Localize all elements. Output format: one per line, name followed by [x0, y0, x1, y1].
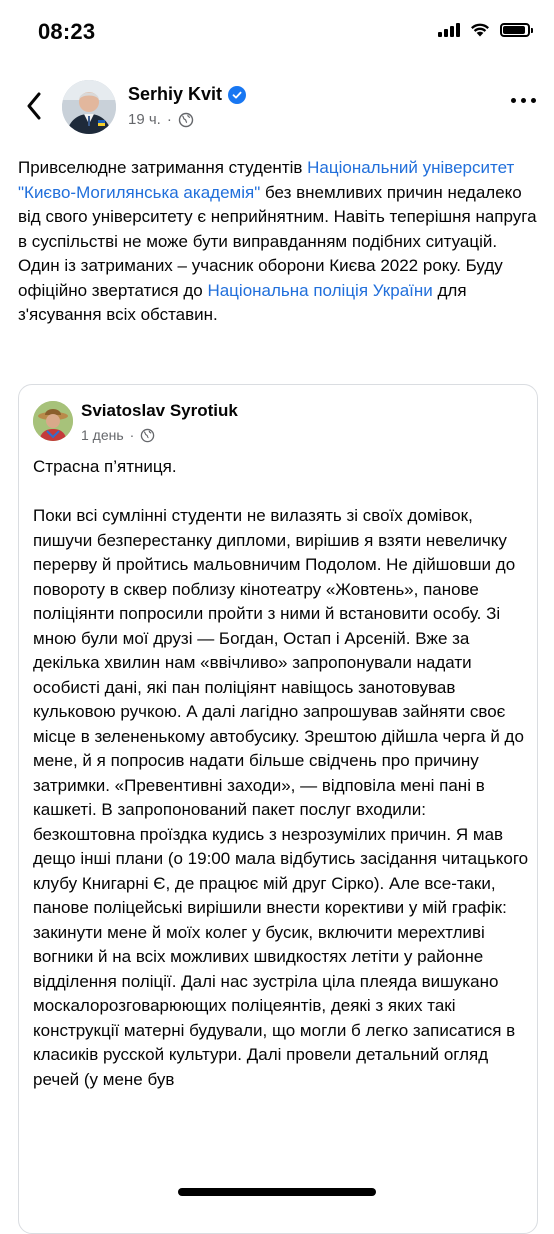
home-indicator[interactable] [178, 1188, 376, 1196]
more-options-button[interactable] [511, 98, 536, 103]
shared-author-name[interactable]: Sviatoslav Syrotiuk [81, 401, 238, 421]
back-button[interactable] [18, 88, 50, 124]
status-time: 08:23 [38, 19, 96, 44]
shared-author-avatar[interactable] [33, 401, 73, 441]
shared-paragraph: Страсна п’ятниця. [33, 457, 177, 476]
author-name[interactable]: Serhiy Kvit [128, 84, 222, 105]
post-text: Привселюдне затримання студентів Націона… [18, 156, 542, 328]
author-avatar[interactable] [62, 80, 116, 134]
wifi-icon [471, 23, 489, 37]
author-block: Serhiy Kvit 19 ч. · [128, 84, 247, 128]
post-time[interactable]: 19 ч. [128, 111, 161, 128]
cellular-signal-icon [438, 22, 460, 37]
shared-post-meta: 1 день · [81, 427, 238, 443]
shared-author-block: Sviatoslav Syrotiuk 1 день · [81, 401, 238, 443]
globe-icon [141, 428, 155, 442]
shared-author-photo [33, 401, 73, 441]
status-bar: 08:23 [0, 0, 554, 64]
battery-icon [500, 22, 533, 37]
meta-separator: · [129, 427, 135, 443]
verified-badge-icon [228, 85, 247, 104]
post-meta: 19 ч. · [128, 111, 246, 128]
globe-icon [178, 112, 194, 127]
shared-post[interactable]: Sviatoslav Syrotiuk 1 день · Страсна п’я… [18, 384, 538, 1234]
meta-separator: · [166, 111, 172, 128]
shared-paragraph: Поки всі сумлінні студенти не вилазять з… [33, 506, 529, 1089]
shared-post-time[interactable]: 1 день [81, 427, 124, 443]
shared-post-body: Страсна п’ятниця. Поки всі сумлінні студ… [33, 455, 529, 1117]
status-icons [438, 22, 533, 37]
battery-level [503, 25, 526, 34]
police-link[interactable]: Національна поліція України [207, 281, 432, 300]
author-photo [62, 80, 116, 134]
post-text-part: Привселюдне затримання студентів [18, 158, 308, 177]
chevron-left-icon [27, 92, 41, 120]
post-header: Serhiy Kvit 19 ч. · [0, 72, 554, 142]
